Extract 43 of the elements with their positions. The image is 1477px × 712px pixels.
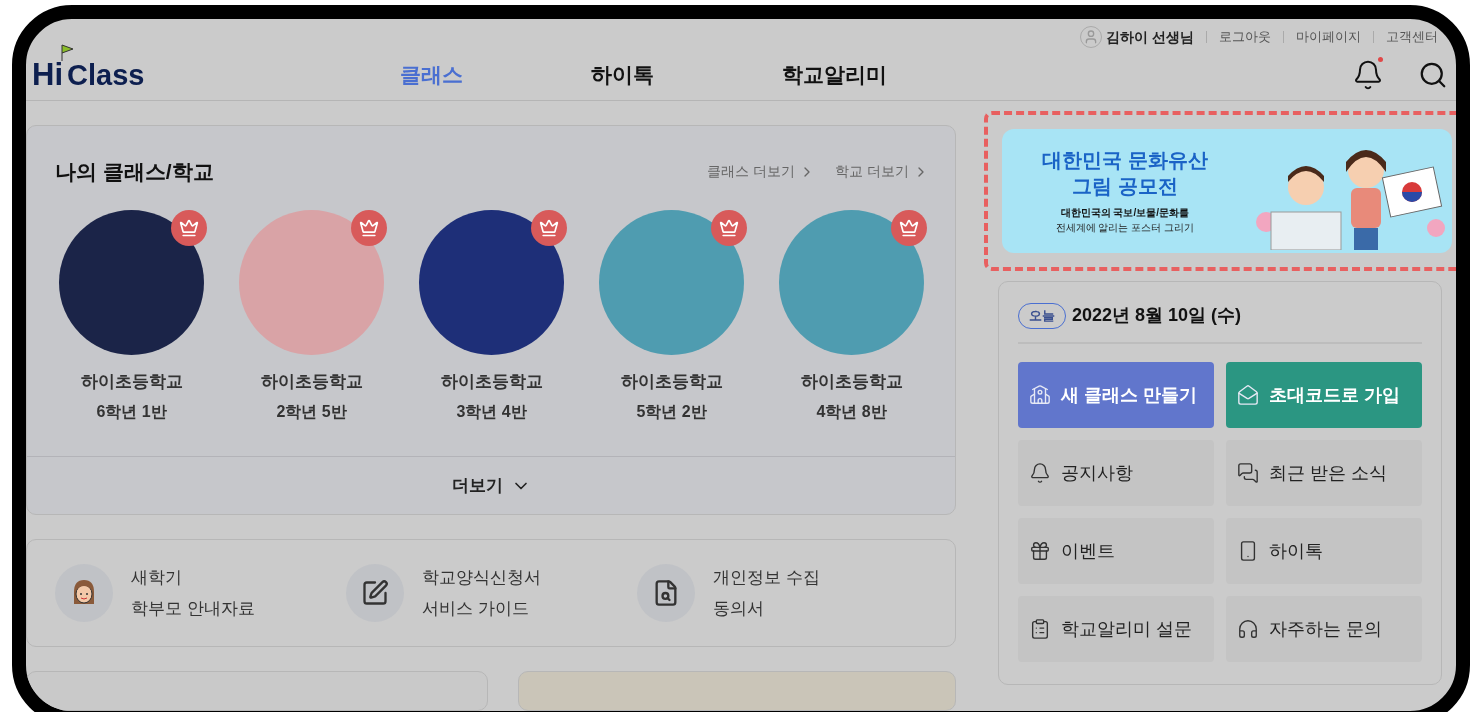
guide-text: 서비스 가이드 bbox=[422, 598, 530, 620]
banner-caption: 전세계에 알리는 포스터 그리기 bbox=[1055, 221, 1194, 235]
shortcut-button[interactable]: 자주하는 문의 bbox=[1226, 596, 1422, 662]
guide-link[interactable]: 새학기 학부모 안내자료 bbox=[55, 564, 346, 622]
shortcut-button[interactable]: 학교알리미 설문 bbox=[1018, 596, 1214, 662]
shortcut-button[interactable]: 새 클래스 만들기 bbox=[1018, 362, 1214, 428]
guide-text: 개인정보 수집 bbox=[713, 566, 820, 589]
guide-link[interactable]: 학교양식신청서 서비스 가이드 bbox=[346, 564, 637, 622]
nav-tab[interactable]: 하이톡 bbox=[591, 58, 654, 91]
class-grade: 2학년 5반 bbox=[276, 402, 347, 422]
more-link[interactable]: 클래스 더보기 bbox=[707, 161, 816, 183]
header-link[interactable]: 로그아웃 bbox=[1219, 27, 1271, 47]
banner-title: 그림 공모전 bbox=[1072, 174, 1178, 199]
more-button[interactable]: 더보기 bbox=[451, 472, 531, 499]
shortcut-button[interactable]: 이벤트 bbox=[1018, 518, 1214, 584]
logo[interactable]: Hi Class bbox=[32, 43, 145, 91]
guide-link[interactable]: 개인정보 수집 동의서 bbox=[637, 564, 928, 622]
school-name: 하이초등학교 bbox=[800, 370, 903, 393]
school-name: 하이초등학교 bbox=[260, 370, 363, 393]
class-grade: 4학년 8반 bbox=[816, 402, 887, 422]
class-grade: 5학년 2반 bbox=[636, 402, 707, 422]
class-grade: 3학년 4반 bbox=[456, 402, 527, 422]
header-link[interactable]: 고객센터 bbox=[1386, 27, 1438, 47]
shortcut-button[interactable]: 최근 받은 소식 bbox=[1226, 440, 1422, 506]
guide-text: 학부모 안내자료 bbox=[131, 598, 255, 620]
user-name: 김하이 선생님 bbox=[1106, 27, 1194, 47]
guide-text: 동의서 bbox=[713, 598, 765, 620]
section-title: 나의 클래스/학교 bbox=[55, 159, 214, 185]
header-link[interactable]: 마이페이지 bbox=[1296, 27, 1361, 47]
class-grade: 6학년 1반 bbox=[96, 402, 167, 422]
nav-tab[interactable]: 학교알리미 bbox=[782, 58, 887, 91]
today-date: 2022년 8월 10일 (수) bbox=[1072, 304, 1242, 327]
contest-banner[interactable]: 대한민국 문화유산 그림 공모전 대한민국의 국보/보물/문화를 전세계에 알리는 포스터 그리기 bbox=[1002, 129, 1452, 253]
school-name: 하이초등학교 bbox=[620, 370, 723, 393]
guide-text: 학교양식신청서 bbox=[422, 566, 541, 589]
shortcut-button[interactable]: 공지사항 bbox=[1018, 440, 1214, 506]
banner-subtitle: 대한민국의 국보/보물/문화를 bbox=[1060, 206, 1189, 220]
shortcut-button[interactable]: 하이톡 bbox=[1226, 518, 1422, 584]
banner-title: 대한민국 문화유산 bbox=[1042, 148, 1208, 173]
school-name: 하이초등학교 bbox=[440, 370, 543, 393]
guide-text: 새학기 bbox=[131, 566, 183, 589]
shortcut-button[interactable]: 초대코드로 가입 bbox=[1226, 362, 1422, 428]
school-name: 하이초등학교 bbox=[80, 370, 183, 393]
